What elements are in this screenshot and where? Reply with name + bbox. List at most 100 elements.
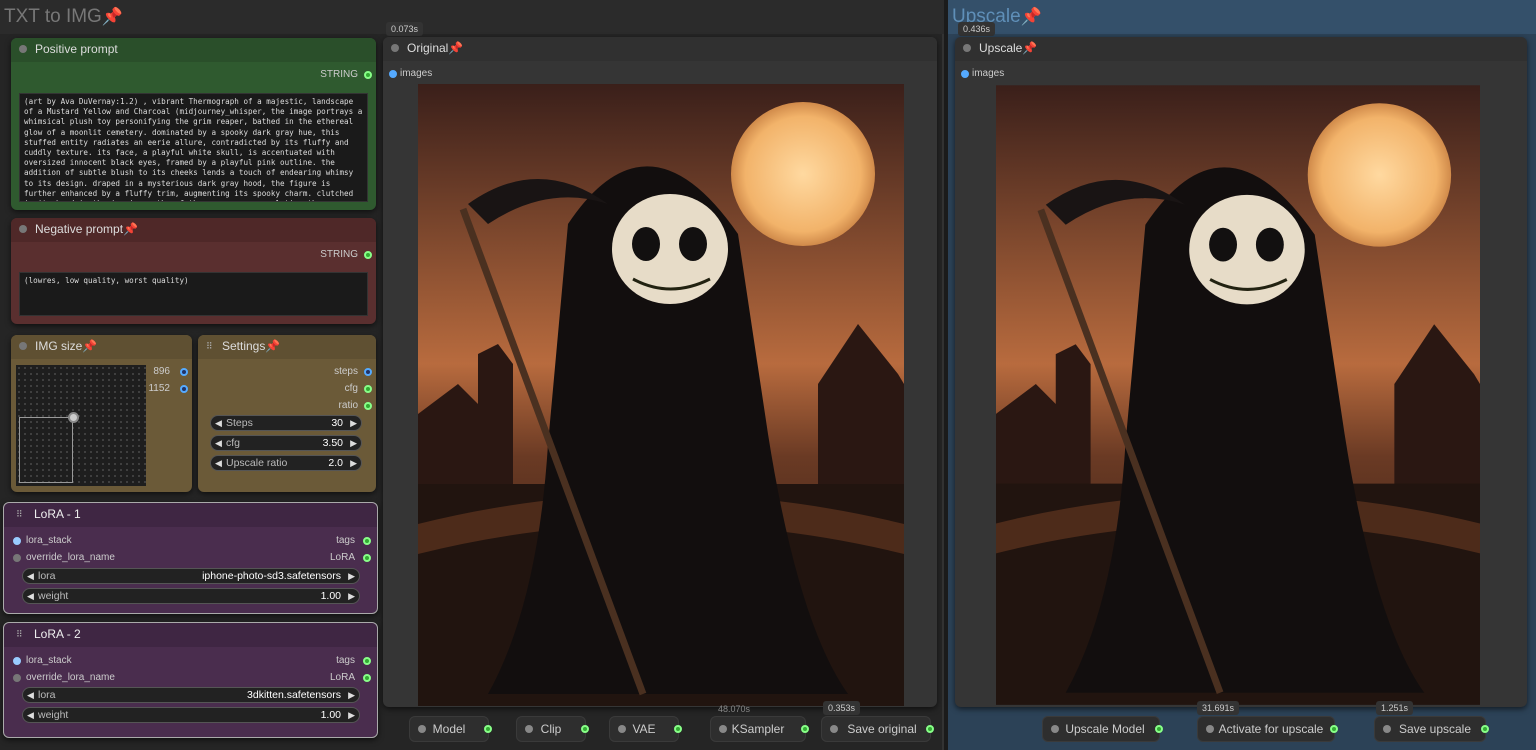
reaper-artwork xyxy=(418,84,904,706)
right-arrow-icon[interactable]: ▶ xyxy=(348,688,355,702)
output-slot-icon[interactable] xyxy=(1481,725,1489,733)
lora-1-node[interactable]: ⠿ LoRA - 1 lora_stack override_lora_name … xyxy=(3,502,378,614)
output-slot-icon[interactable] xyxy=(364,251,372,259)
output-slot-icon[interactable] xyxy=(364,71,372,79)
img-size-node[interactable]: IMG size📌 896 1152 xyxy=(11,335,192,492)
grip-icon[interactable]: ⠿ xyxy=(16,503,23,525)
weight-widget[interactable]: ◀ weight 1.00 ▶ xyxy=(22,707,360,723)
pin-icon: 📌 xyxy=(101,7,124,26)
collapse-dot-icon[interactable] xyxy=(1206,725,1214,733)
left-arrow-icon[interactable]: ◀ xyxy=(27,569,34,583)
output-slot-icon[interactable] xyxy=(1330,725,1338,733)
input-slot-icon[interactable] xyxy=(13,554,21,562)
button-label: KSampler xyxy=(731,722,785,736)
lora-select-widget[interactable]: ◀ lora iphone-photo-sd3.safetensors ▶ xyxy=(22,568,360,584)
lora-output: LoRA xyxy=(329,552,355,563)
right-arrow-icon[interactable]: ▶ xyxy=(350,416,357,430)
output-slot-icon[interactable] xyxy=(180,368,188,376)
input-slot-icon[interactable] xyxy=(389,70,397,78)
right-arrow-icon[interactable]: ▶ xyxy=(350,436,357,450)
left-arrow-icon[interactable]: ◀ xyxy=(27,589,34,603)
right-arrow-icon[interactable]: ▶ xyxy=(350,456,357,470)
collapse-dot-icon[interactable] xyxy=(963,44,971,52)
right-arrow-icon[interactable]: ▶ xyxy=(348,569,355,583)
override-lora-name-input: override_lora_name xyxy=(26,552,115,563)
output-slot-icon[interactable] xyxy=(363,554,371,562)
collapse-dot-icon[interactable] xyxy=(418,725,426,733)
output-slot-icon[interactable] xyxy=(364,368,372,376)
size-picker-canvas[interactable] xyxy=(16,365,146,486)
pin-icon: 📌 xyxy=(82,339,98,353)
output-slot-icon[interactable] xyxy=(363,657,371,665)
lora-2-node[interactable]: ⠿ LoRA - 2 lora_stack override_lora_name … xyxy=(3,622,378,738)
collapse-dot-icon[interactable] xyxy=(19,225,27,233)
collapse-dot-icon[interactable] xyxy=(525,725,533,733)
output-slot-icon[interactable] xyxy=(364,402,372,410)
weight-widget[interactable]: ◀ weight 1.00 ▶ xyxy=(22,588,360,604)
tags-output: tags xyxy=(336,655,355,666)
left-arrow-icon[interactable]: ◀ xyxy=(215,436,222,450)
collapse-dot-icon[interactable] xyxy=(1051,725,1059,733)
negative-prompt-textarea[interactable]: (lowres, low quality, worst quality) xyxy=(19,272,368,316)
input-slot-icon[interactable] xyxy=(961,70,969,78)
input-slot-icon[interactable] xyxy=(13,674,21,682)
input-slot-icon[interactable] xyxy=(13,657,21,665)
execution-time-badge: 0.436s xyxy=(958,22,996,36)
right-arrow-icon[interactable]: ▶ xyxy=(348,589,355,603)
output-slot-icon[interactable] xyxy=(363,674,371,682)
save-upscale-button[interactable]: Save upscale xyxy=(1374,716,1489,742)
collapse-dot-icon[interactable] xyxy=(1383,725,1391,733)
original-image xyxy=(418,84,904,706)
button-label: VAE xyxy=(632,722,656,736)
lora-select-widget[interactable]: ◀ lora 3dkitten.safetensors ▶ xyxy=(22,687,360,703)
collapse-dot-icon[interactable] xyxy=(830,725,838,733)
output-slot-icon[interactable] xyxy=(180,385,188,393)
button-label: Save upscale xyxy=(1398,722,1472,736)
node-title: LoRA - 2 xyxy=(34,627,81,641)
left-arrow-icon[interactable]: ◀ xyxy=(27,688,34,702)
ksampler-button[interactable]: KSampler xyxy=(710,716,809,742)
collapse-dot-icon[interactable] xyxy=(391,44,399,52)
pin-icon: 📌 xyxy=(448,41,464,55)
grip-icon[interactable]: ⠿ xyxy=(206,335,213,357)
negative-prompt-node[interactable]: Negative prompt📌 STRING (lowres, low qua… xyxy=(11,218,376,324)
cfg-widget[interactable]: ◀ cfg 3.50 ▶ xyxy=(210,435,362,451)
size-handle-icon[interactable] xyxy=(68,412,79,423)
widget-label: weight xyxy=(38,590,69,602)
upscale-ratio-widget[interactable]: ◀ Upscale ratio 2.0 ▶ xyxy=(210,455,362,471)
save-original-button[interactable]: Save original xyxy=(821,716,934,742)
pin-icon: 📌 xyxy=(1022,41,1038,55)
output-slot-icon[interactable] xyxy=(801,725,809,733)
positive-prompt-textarea[interactable]: (art by Ava DuVernay:1.2) , vibrant Ther… xyxy=(19,93,368,202)
widget-value: 3dkitten.safetensors xyxy=(247,689,341,701)
collapse-dot-icon[interactable] xyxy=(19,342,27,350)
positive-prompt-node[interactable]: Positive prompt STRING (art by Ava DuVer… xyxy=(11,38,376,210)
right-arrow-icon[interactable]: ▶ xyxy=(348,708,355,722)
output-slot-icon[interactable] xyxy=(1155,725,1163,733)
left-arrow-icon[interactable]: ◀ xyxy=(215,416,222,430)
output-slot-icon[interactable] xyxy=(363,537,371,545)
output-slot-icon[interactable] xyxy=(674,725,682,733)
collapse-dot-icon[interactable] xyxy=(618,725,626,733)
vae-button[interactable]: VAE xyxy=(609,716,682,742)
left-arrow-icon[interactable]: ◀ xyxy=(27,708,34,722)
settings-node[interactable]: ⠿ Settings📌 steps cfg ratio ◀ Steps 30 ▶ ◀ cf… xyxy=(198,335,376,492)
steps-widget[interactable]: ◀ Steps 30 ▶ xyxy=(210,415,362,431)
output-slot-icon[interactable] xyxy=(581,725,589,733)
output-slot-icon[interactable] xyxy=(364,385,372,393)
model-button[interactable]: Model xyxy=(409,716,492,742)
button-label: Save original xyxy=(847,722,917,736)
collapse-dot-icon[interactable] xyxy=(19,45,27,53)
upscaled-image xyxy=(996,84,1480,706)
grip-icon[interactable]: ⠿ xyxy=(16,623,23,645)
output-slot-icon[interactable] xyxy=(484,725,492,733)
upscale-model-button[interactable]: Upscale Model xyxy=(1042,716,1163,742)
output-label: STRING xyxy=(320,249,358,260)
output-slot-icon[interactable] xyxy=(926,725,934,733)
left-arrow-icon[interactable]: ◀ xyxy=(215,456,222,470)
activate-upscale-button[interactable]: Activate for upscale xyxy=(1197,716,1338,742)
collapse-dot-icon[interactable] xyxy=(719,725,727,733)
input-slot-icon[interactable] xyxy=(13,537,21,545)
txt2img-group-header[interactable] xyxy=(0,0,944,34)
clip-button[interactable]: Clip xyxy=(516,716,589,742)
